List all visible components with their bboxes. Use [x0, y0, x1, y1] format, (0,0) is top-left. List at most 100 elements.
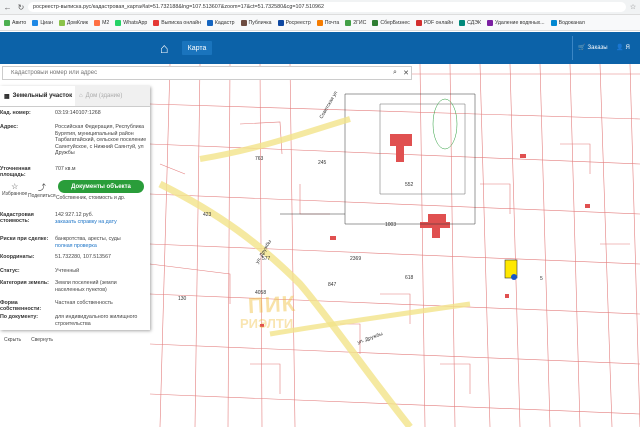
bookmark-label: WhatsApp	[123, 19, 148, 26]
share-label: Поделиться	[28, 193, 56, 199]
bookmark-favicon-icon	[32, 19, 39, 26]
bookmark-item[interactable]: ДомКлик	[58, 19, 89, 26]
home-icon[interactable]: ⌂	[160, 40, 168, 56]
row-value: Российская Федерация, Республика Бурятия…	[55, 124, 147, 157]
bookmark-item[interactable]: Росреестр	[277, 19, 311, 26]
tab-label: Земельный участок	[12, 93, 73, 99]
row-value-text: для индивидуального жилищного строительс…	[55, 314, 138, 327]
row-label: Риски при сделке:	[0, 236, 49, 242]
tab-house[interactable]: ⌂ Дом (здание)	[75, 86, 150, 106]
bookmark-item[interactable]: Почта	[316, 19, 340, 26]
collapse-button[interactable]: Свернуть	[31, 337, 53, 343]
bookmark-label: М2	[102, 19, 110, 26]
panel-controls: Скрыть Свернуть	[0, 336, 70, 344]
bookmark-label: СберБизнес	[380, 19, 410, 26]
bookmark-label: 2ГИС	[353, 19, 367, 26]
watermark-text: ПИК	[247, 290, 297, 319]
share-button[interactable]: ⤴ Поделиться	[28, 182, 56, 199]
row-link[interactable]: заказать справку на дату	[55, 219, 117, 225]
bookmark-item[interactable]: 2ГИС	[345, 19, 367, 26]
parcel-number-label: 847	[328, 282, 337, 288]
bookmark-item[interactable]: PDF онлайн	[415, 19, 454, 26]
bookmark-favicon-icon	[277, 19, 284, 26]
bookmark-label: ДомКлик	[66, 19, 89, 26]
row-value: Частная собственность	[55, 300, 147, 307]
search-input[interactable]	[3, 69, 389, 77]
bookmark-favicon-icon	[372, 19, 379, 26]
bookmark-item[interactable]: WhatsApp	[115, 19, 148, 26]
row-label: Кадастровая стоимость:	[0, 212, 34, 224]
cadastral-number-link[interactable]: 03:19:140107:1268	[55, 110, 147, 117]
row-value: для индивидуального жилищного строительс…	[55, 314, 147, 327]
bookmark-favicon-icon	[316, 19, 323, 26]
reload-icon[interactable]: ↻	[18, 3, 25, 12]
row-value: банкротства, аресты, суды полная проверка	[55, 236, 147, 249]
parcel-number-label: 5	[540, 276, 543, 282]
favorite-button[interactable]: ☆ Избранное	[2, 182, 27, 197]
bookmark-label: Почта	[324, 19, 340, 26]
bookmark-favicon-icon	[115, 19, 122, 26]
bookmark-favicon-icon	[206, 19, 213, 26]
row-value-text: 51.732280, 107.513567	[55, 254, 111, 260]
parcel-number-label: 130	[178, 296, 187, 302]
search-icon[interactable]: ⌕	[389, 69, 401, 77]
bookmark-item[interactable]: Публичка	[240, 19, 272, 26]
close-icon[interactable]: ✕	[401, 69, 411, 77]
row-value-text: 142 927.12 руб.	[55, 212, 94, 218]
bookmark-label: Публичка	[248, 19, 272, 26]
orders-button[interactable]: 🛒 Заказы	[578, 44, 608, 52]
row-label: Кад. номер:	[0, 110, 31, 116]
row-label: Уточненная площадь:	[0, 166, 31, 178]
bookmark-item[interactable]: Выписка онлайн	[153, 19, 201, 26]
bookmark-item[interactable]: СберБизнес	[372, 19, 410, 26]
bookmark-item[interactable]: Удаление водяных...	[486, 19, 545, 26]
bookmark-favicon-icon	[94, 19, 101, 26]
row-link[interactable]: полная проверка	[55, 243, 97, 249]
row-value: 707 кв.м	[55, 166, 76, 172]
bookmark-item[interactable]: СДЭК	[459, 19, 481, 26]
row-value-text: Учтенный	[55, 268, 80, 274]
parcel-number-label: 763	[255, 156, 264, 162]
back-icon[interactable]: ←	[4, 3, 12, 12]
parcel-number-label: 618	[405, 275, 414, 281]
bookmark-favicon-icon	[240, 19, 247, 26]
cart-icon: 🛒	[578, 45, 586, 51]
hide-button[interactable]: Скрыть	[4, 337, 21, 343]
bookmark-item[interactable]: М2	[94, 19, 110, 26]
parcel-number-label: 245	[318, 160, 327, 166]
bookmark-item[interactable]: Циан	[32, 19, 53, 26]
row-label: Статус:	[0, 268, 20, 274]
bookmark-favicon-icon	[415, 19, 422, 26]
bookmark-item[interactable]: Кадастр	[206, 19, 235, 26]
bookmark-item[interactable]: Авито	[4, 19, 26, 26]
parcel-number-label: 423	[203, 212, 212, 218]
grid-icon: ▦	[4, 93, 10, 100]
page-title[interactable]: Карта	[182, 41, 212, 55]
bookmark-item[interactable]: Водоканал	[550, 19, 585, 26]
header-divider	[572, 36, 573, 60]
site-header: ⌂ Карта 🛒 Заказы 👤 Я	[0, 32, 640, 64]
bookmark-favicon-icon	[4, 19, 10, 26]
row-value: Земли поселений (земли населенных пункто…	[55, 280, 147, 293]
location-marker-icon	[511, 274, 517, 280]
row-label: Координаты:	[0, 254, 35, 260]
bookmarks-bar: Авито Циан ДомКлик М2 WhatsApp Выписка онлайн…	[0, 15, 640, 31]
url-field[interactable]: росреестр-выписка.рус/кадастровая_карта#…	[28, 2, 626, 12]
bookmark-label: Росреестр	[285, 19, 311, 26]
bookmark-label: Водоканал	[558, 19, 585, 26]
row-value: Учтенный	[55, 268, 147, 275]
panel-tabs: ▦ Земельный участок ⌂ Дом (здание)	[0, 86, 150, 107]
browser-address-bar: ← ↻ росреестр-выписка.рус/кадастровая_ка…	[0, 0, 640, 15]
house-icon: ⌂	[79, 93, 83, 99]
account-label: Я	[625, 44, 630, 51]
browser-nav: ← ↻	[0, 3, 28, 12]
order-documents-button[interactable]: Документы объекта	[58, 180, 144, 193]
parcel-number-label: 552	[405, 182, 414, 188]
row-value-text: Земли поселений (земли населенных пункто…	[55, 280, 117, 293]
tab-land-plot[interactable]: ▦ Земельный участок	[0, 86, 75, 106]
bookmark-star-icon[interactable]: ☆	[626, 3, 640, 11]
star-icon: ☆	[11, 182, 19, 191]
account-button[interactable]: 👤 Я	[616, 44, 630, 52]
bookmark-label: PDF онлайн	[423, 19, 454, 26]
order-subtitle: Собственник, стоимость и др.	[56, 195, 126, 201]
